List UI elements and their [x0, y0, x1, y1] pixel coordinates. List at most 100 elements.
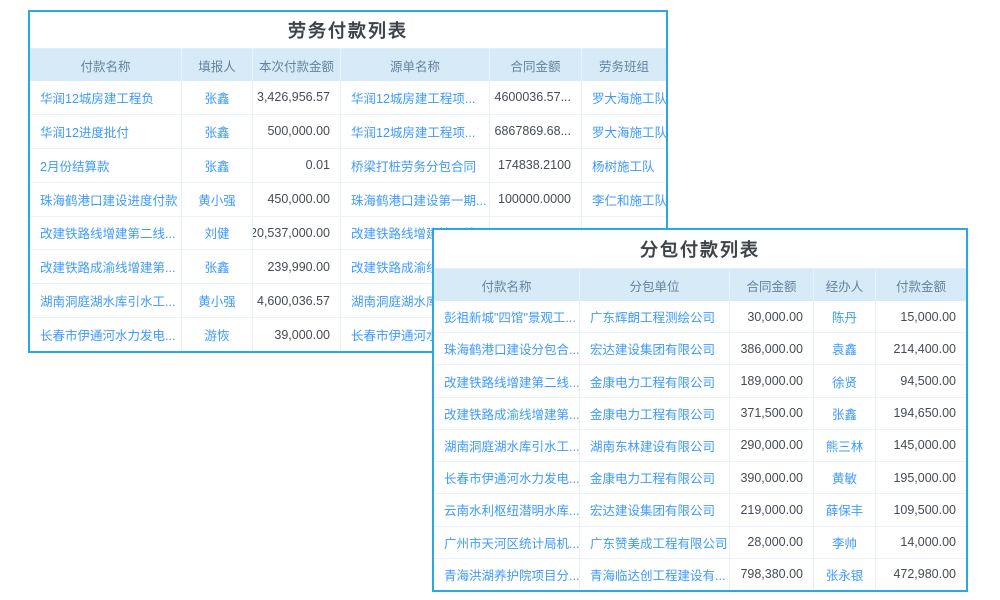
contract-amount-cell: 390,000.00 — [730, 462, 814, 493]
contract-amount-cell: 219,000.00 — [730, 494, 814, 525]
payment-name-cell[interactable]: 彭祖新城"四馆"景观工... — [434, 301, 580, 332]
table-row[interactable]: 华润12城房建工程负张鑫3,426,956.57华润12城房建工程项...460… — [30, 81, 666, 114]
reporter-cell[interactable]: 黄小强 — [182, 183, 253, 216]
current-payment-amount-cell: 4,600,036.57 — [253, 284, 341, 317]
labor-team-cell[interactable]: 罗大海施工队 — [582, 115, 666, 148]
column-header-payment-name: 付款名称 — [30, 49, 182, 81]
payment-name-cell[interactable]: 湖南洞庭湖水库引水工... — [30, 284, 182, 317]
payment-name-cell[interactable]: 广州市天河区统计局机... — [434, 527, 580, 558]
payment-amount-cell: 194,650.00 — [876, 398, 966, 429]
reporter-cell[interactable]: 游恢 — [182, 318, 253, 351]
subcontract-table-body: 彭祖新城"四馆"景观工...广东辉朗工程测绘公司30,000.00陈丹15,00… — [434, 301, 966, 590]
labor-team-cell[interactable]: 杨树施工队 — [582, 149, 666, 182]
current-payment-amount-cell: 3,426,956.57 — [253, 81, 341, 114]
payment-name-cell[interactable]: 湖南洞庭湖水库引水工... — [434, 430, 580, 461]
source-doc-name-cell[interactable]: 华润12城房建工程项... — [341, 81, 490, 114]
column-header-reporter: 填报人 — [182, 49, 253, 81]
table-row[interactable]: 彭祖新城"四馆"景观工...广东辉朗工程测绘公司30,000.00陈丹15,00… — [434, 301, 966, 332]
handler-cell[interactable]: 徐贤 — [814, 365, 876, 396]
column-header-current-payment-amount: 本次付款金额 — [253, 49, 341, 81]
payment-name-cell[interactable]: 青海洪湖养护院项目分... — [434, 559, 580, 590]
payment-name-cell[interactable]: 2月份结算款 — [30, 149, 182, 182]
payment-name-cell[interactable]: 华润12进度批付 — [30, 115, 182, 148]
payment-amount-cell: 472,980.00 — [876, 559, 966, 590]
handler-cell[interactable]: 袁鑫 — [814, 333, 876, 364]
payment-name-cell[interactable]: 华润12城房建工程负 — [30, 81, 182, 114]
payment-name-cell[interactable]: 长春市伊通河水力发电... — [30, 318, 182, 351]
handler-cell[interactable]: 熊三林 — [814, 430, 876, 461]
table-row[interactable]: 长春市伊通河水力发电...金康电力工程有限公司390,000.00黄敏195,0… — [434, 461, 966, 493]
payment-name-cell[interactable]: 改建铁路成渝线增建第... — [434, 398, 580, 429]
payment-amount-cell: 15,000.00 — [876, 301, 966, 332]
column-header-subcontract-unit: 分包单位 — [580, 269, 730, 301]
payment-name-cell[interactable]: 长春市伊通河水力发电... — [434, 462, 580, 493]
subcontract-unit-cell[interactable]: 广东赞美成工程有限公司 — [580, 527, 730, 558]
table-row[interactable]: 改建铁路成渝线增建第...金康电力工程有限公司371,500.00张鑫194,6… — [434, 397, 966, 429]
table-row[interactable]: 云南水利枢纽潜明水库...宏达建设集团有限公司219,000.00薛保丰109,… — [434, 493, 966, 525]
table-row[interactable]: 湖南洞庭湖水库引水工...湖南东林建设有限公司290,000.00熊三林145,… — [434, 429, 966, 461]
payment-name-cell[interactable]: 云南水利枢纽潜明水库... — [434, 494, 580, 525]
payment-name-cell[interactable]: 改建铁路线增建第二线... — [30, 217, 182, 250]
subcontract-unit-cell[interactable]: 金康电力工程有限公司 — [580, 365, 730, 396]
contract-amount-cell: 28,000.00 — [730, 527, 814, 558]
table-row[interactable]: 华润12进度批付张鑫500,000.00华润12城房建工程项...6867869… — [30, 114, 666, 148]
payment-name-cell[interactable]: 珠海鹤港口建设分包合... — [434, 333, 580, 364]
column-header-contract-amount: 合同金额 — [490, 49, 582, 81]
source-doc-name-cell[interactable]: 华润12城房建工程项... — [341, 115, 490, 148]
payment-amount-cell: 14,000.00 — [876, 527, 966, 558]
handler-cell[interactable]: 李帅 — [814, 527, 876, 558]
handler-cell[interactable]: 陈丹 — [814, 301, 876, 332]
subcontract-unit-cell[interactable]: 宏达建设集团有限公司 — [580, 494, 730, 525]
contract-amount-cell: 6867869.68... — [490, 115, 582, 148]
payment-amount-cell: 195,000.00 — [876, 462, 966, 493]
subcontract-table-title: 分包付款列表 — [434, 230, 966, 268]
reporter-cell[interactable]: 刘健 — [182, 217, 253, 250]
labor-team-cell[interactable]: 罗大海施工队 — [582, 81, 666, 114]
subcontract-unit-cell[interactable]: 湖南东林建设有限公司 — [580, 430, 730, 461]
source-doc-name-cell[interactable]: 桥梁打桩劳务分包合同 — [341, 149, 490, 182]
current-payment-amount-cell: 39,000.00 — [253, 318, 341, 351]
handler-cell[interactable]: 黄敏 — [814, 462, 876, 493]
payment-name-cell[interactable]: 改建铁路线增建第二线... — [434, 365, 580, 396]
handler-cell[interactable]: 张永银 — [814, 559, 876, 590]
contract-amount-cell: 798,380.00 — [730, 559, 814, 590]
column-header-handler: 经办人 — [814, 269, 876, 301]
table-row[interactable]: 青海洪湖养护院项目分...青海临达创工程建设有...798,380.00张永银4… — [434, 558, 966, 590]
handler-cell[interactable]: 薛保丰 — [814, 494, 876, 525]
subcontract-unit-cell[interactable]: 金康电力工程有限公司 — [580, 462, 730, 493]
table-row[interactable]: 广州市天河区统计局机...广东赞美成工程有限公司28,000.00李帅14,00… — [434, 526, 966, 558]
subcontract-payment-table: 分包付款列表 付款名称分包单位合同金额经办人付款金额 彭祖新城"四馆"景观工..… — [432, 228, 968, 592]
column-header-payment-amount: 付款金额 — [876, 269, 966, 301]
payment-amount-cell: 94,500.00 — [876, 365, 966, 396]
subcontract-unit-cell[interactable]: 金康电力工程有限公司 — [580, 398, 730, 429]
table-row[interactable]: 2月份结算款张鑫0.01桥梁打桩劳务分包合同174838.2100杨树施工队 — [30, 148, 666, 182]
reporter-cell[interactable]: 张鑫 — [182, 149, 253, 182]
table-row[interactable]: 珠海鹤港口建设分包合...宏达建设集团有限公司386,000.00袁鑫214,4… — [434, 332, 966, 364]
current-payment-amount-cell: 0.01 — [253, 149, 341, 182]
payment-amount-cell: 145,000.00 — [876, 430, 966, 461]
contract-amount-cell: 371,500.00 — [730, 398, 814, 429]
subcontract-unit-cell[interactable]: 广东辉朗工程测绘公司 — [580, 301, 730, 332]
labor-table-title: 劳务付款列表 — [30, 12, 666, 48]
current-payment-amount-cell: 500,000.00 — [253, 115, 341, 148]
contract-amount-cell: 174838.2100 — [490, 149, 582, 182]
payment-name-cell[interactable]: 珠海鹤港口建设进度付款 — [30, 183, 182, 216]
contract-amount-cell: 30,000.00 — [730, 301, 814, 332]
reporter-cell[interactable]: 黄小强 — [182, 284, 253, 317]
reporter-cell[interactable]: 张鑫 — [182, 250, 253, 283]
source-doc-name-cell[interactable]: 珠海鹤港口建设第一期... — [341, 183, 490, 216]
labor-team-cell[interactable]: 李仁和施工队 — [582, 183, 666, 216]
reporter-cell[interactable]: 张鑫 — [182, 81, 253, 114]
table-row[interactable]: 改建铁路线增建第二线...金康电力工程有限公司189,000.00徐贤94,50… — [434, 364, 966, 396]
column-header-source-doc-name: 源单名称 — [341, 49, 490, 81]
subcontract-unit-cell[interactable]: 青海临达创工程建设有... — [580, 559, 730, 590]
reporter-cell[interactable]: 张鑫 — [182, 115, 253, 148]
current-payment-amount-cell: 239,990.00 — [253, 250, 341, 283]
contract-amount-cell: 100000.0000 — [490, 183, 582, 216]
table-row[interactable]: 珠海鹤港口建设进度付款黄小强450,000.00珠海鹤港口建设第一期...100… — [30, 182, 666, 216]
payment-name-cell[interactable]: 改建铁路成渝线增建第... — [30, 250, 182, 283]
current-payment-amount-cell: 20,537,000.00 — [253, 217, 341, 250]
contract-amount-cell: 386,000.00 — [730, 333, 814, 364]
subcontract-unit-cell[interactable]: 宏达建设集团有限公司 — [580, 333, 730, 364]
handler-cell[interactable]: 张鑫 — [814, 398, 876, 429]
